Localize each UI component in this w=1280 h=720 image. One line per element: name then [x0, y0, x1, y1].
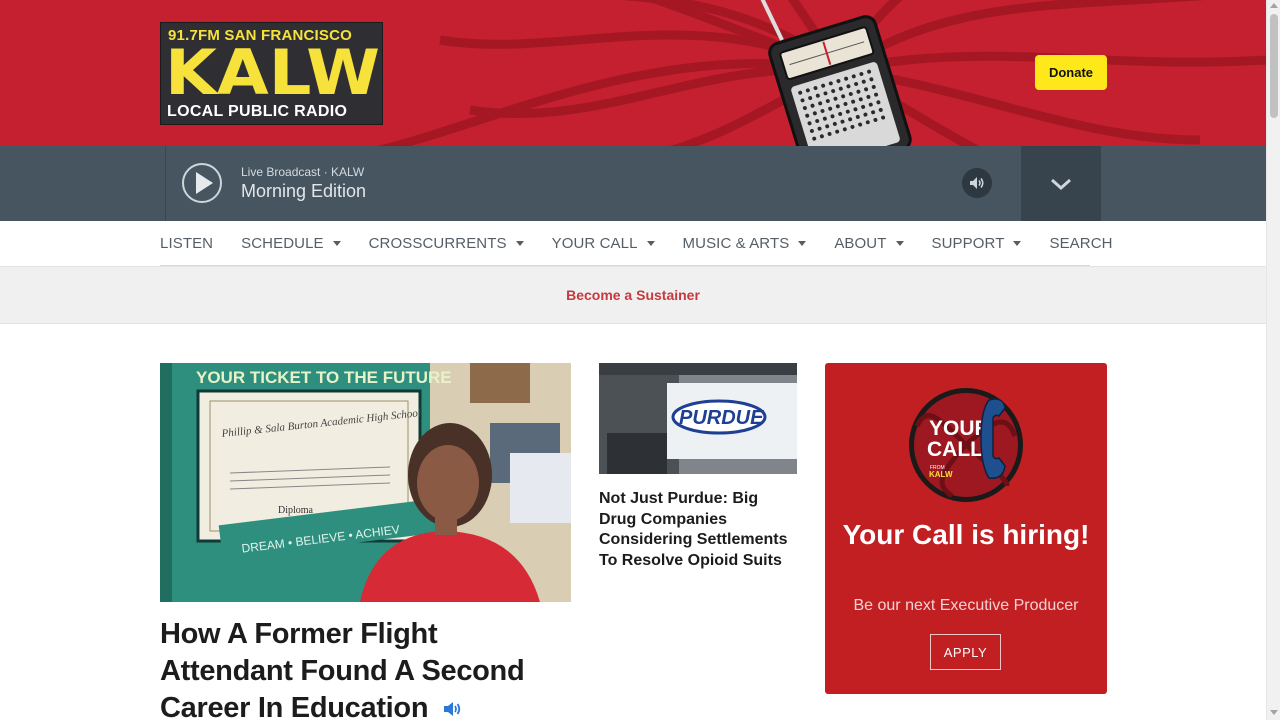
caret-down-icon [515, 241, 524, 246]
volume-button[interactable] [962, 168, 992, 198]
become-sustainer-link[interactable]: Become a Sustainer [566, 287, 700, 303]
secondary-story-headline[interactable]: Not Just Purdue: Big Drug Companies Cons… [599, 489, 799, 571]
volume-icon [970, 177, 984, 189]
play-icon [196, 172, 213, 194]
secondary-story-photo[interactable]: PURDUE [599, 363, 797, 474]
nav-item-crosscurrents[interactable]: CROSSCURRENTS [369, 235, 524, 252]
nav-label: ABOUT [834, 234, 887, 252]
nav-item-search[interactable]: SEARCH [1049, 235, 1112, 252]
caret-down-icon [646, 241, 655, 246]
caret-down-icon [1013, 241, 1022, 246]
scroll-thumb[interactable] [1270, 14, 1278, 118]
promo-subtitle: Be our next Executive Producer [853, 597, 1079, 614]
apply-button[interactable]: APPLY [930, 634, 1001, 670]
speaker-icon[interactable] [442, 700, 462, 718]
nav-label: SUPPORT [931, 234, 1005, 252]
nav-label: MUSIC & ARTS [682, 234, 790, 252]
logo-station-text: KALW [929, 470, 953, 479]
live-player-bar: Live Broadcast · KALW Morning Edition [0, 146, 1266, 221]
main-story-headline[interactable]: How A Former Flight Attendant Found A Se… [160, 616, 571, 720]
sustainer-band: Become a Sustainer [0, 266, 1266, 324]
nav-label: YOUR CALL [551, 234, 638, 252]
scroll-up-arrow-icon[interactable] [1270, 3, 1278, 8]
nav-item-schedule[interactable]: SCHEDULE [241, 235, 341, 252]
nav-label: LISTEN [160, 234, 214, 252]
photo-sign-text: YOUR TICKET TO THE FUTURE [196, 368, 452, 387]
caret-down-icon [798, 241, 807, 246]
kalw-logo[interactable]: 91.7FM SAN FRANCISCO KALW LOCAL PUBLIC R… [160, 22, 383, 125]
donate-button[interactable]: Donate [1035, 55, 1107, 90]
play-button[interactable] [182, 163, 222, 203]
scroll-down-arrow-icon[interactable] [1270, 710, 1278, 715]
main-story-photo[interactable]: YOUR TICKET TO THE FUTURE Phillip & Sala… [160, 363, 571, 602]
nav-item-your-call[interactable]: YOUR CALL [552, 235, 655, 252]
header-banner: 91.7FM SAN FRANCISCO KALW LOCAL PUBLIC R… [0, 0, 1266, 146]
logo-tagline: LOCAL PUBLIC RADIO [167, 103, 348, 120]
caret-down-icon [332, 241, 341, 246]
caret-down-icon [895, 241, 904, 246]
page-scrollbar[interactable] [1266, 0, 1280, 720]
nav-label: CROSSCURRENTS [368, 234, 507, 252]
player-inner: Live Broadcast · KALW Morning Edition [165, 146, 1101, 221]
main-story-image: YOUR TICKET TO THE FUTURE Phillip & Sala… [160, 363, 571, 602]
expand-player-button[interactable] [1021, 146, 1101, 221]
radio-illustration [760, 0, 912, 146]
your-call-promo-card[interactable]: YOUR CALL FROM KALW Your Call is hiring!… [825, 363, 1107, 694]
chevron-down-icon [1051, 178, 1071, 190]
now-playing-title: Morning Edition [241, 181, 367, 201]
logo-call-letters: KALW [165, 36, 381, 109]
promo-title: Your Call is hiring! [842, 519, 1090, 550]
logo-call-text: CALL [927, 438, 983, 461]
purdue-sign-text: PURDUE [679, 407, 764, 429]
your-call-logo: YOUR CALL FROM KALW [909, 388, 1023, 502]
nav-item-support[interactable]: SUPPORT [932, 235, 1022, 252]
nav-item-about[interactable]: ABOUT [834, 234, 904, 252]
nav-item-music-arts[interactable]: MUSIC & ARTS [683, 235, 807, 252]
nav-label: SEARCH [1049, 234, 1113, 252]
main-headline-text: How A Former Flight Attendant Found A Se… [160, 618, 525, 720]
live-broadcast-label: Live Broadcast · KALW [241, 165, 365, 179]
main-nav: LISTEN SCHEDULE CROSSCURRENTS YOUR CALL … [160, 221, 1112, 266]
nav-item-listen[interactable]: LISTEN [160, 235, 213, 252]
secondary-story-image: PURDUE [599, 363, 797, 474]
nav-label: SCHEDULE [241, 234, 324, 252]
